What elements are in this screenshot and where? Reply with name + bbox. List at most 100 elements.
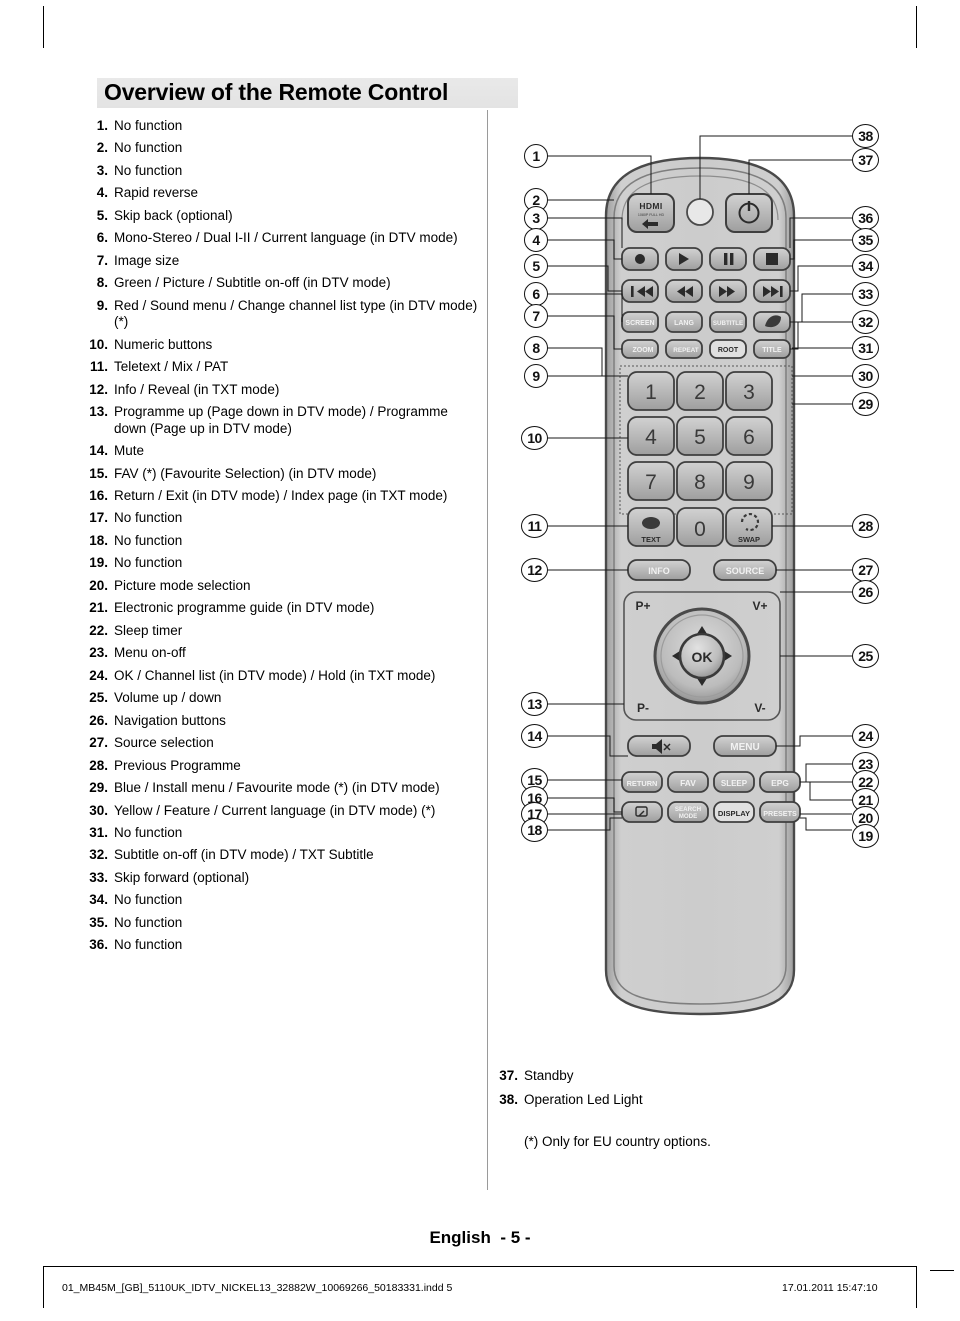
list-item-text: No function bbox=[114, 510, 183, 526]
svg-text:P+: P+ bbox=[635, 599, 650, 613]
list-item-number: 34. bbox=[89, 892, 108, 908]
callout-4: 4 bbox=[524, 228, 548, 252]
list-item-text: Electronic programme guide (in DTV mode) bbox=[114, 600, 375, 616]
svg-text:1080P FULL HD: 1080P FULL HD bbox=[638, 213, 665, 217]
list-item-text: Programme up (Page down in DTV mode) / P… bbox=[114, 404, 448, 436]
list-item-text: Teletext / Mix / PAT bbox=[114, 359, 229, 375]
list-item: 7. Image size bbox=[82, 253, 482, 269]
list-item-number: 30. bbox=[89, 802, 108, 818]
list-item-text: Image size bbox=[114, 252, 180, 268]
list-item: 4. Rapid reverse bbox=[82, 185, 482, 201]
list-item-text: No function bbox=[114, 118, 183, 133]
list-item-number: 25. bbox=[89, 690, 108, 706]
list-item-number: 6. bbox=[96, 230, 108, 246]
callout-6: 6 bbox=[524, 282, 548, 306]
list-item-number: 18. bbox=[89, 532, 108, 548]
footer-filename: 01_MB45M_[GB]_5110UK_IDTV_NICKEL13_32882… bbox=[62, 1282, 453, 1294]
list-item-number: 22. bbox=[89, 622, 108, 638]
list-item: 15. FAV (*) (Favourite Selection) (in DTV… bbox=[82, 466, 482, 482]
crop-mark-bottom-right bbox=[916, 1266, 917, 1308]
list-item-text: Rapid reverse bbox=[114, 185, 199, 201]
list-item: 10. Numeric buttons bbox=[82, 337, 482, 353]
list-item: 23. Menu on-off bbox=[82, 645, 482, 661]
list-item-text: Navigation buttons bbox=[114, 712, 226, 728]
list-item: 29. Blue / Install menu / Favourite mode … bbox=[82, 780, 482, 796]
callout-29: 29 bbox=[852, 392, 879, 416]
list-item-number: 14. bbox=[89, 443, 108, 459]
callout-7: 7 bbox=[524, 304, 548, 328]
svg-text:P-: P- bbox=[637, 701, 649, 715]
list-item: 13. Programme up (Page down in DTV mode) … bbox=[82, 404, 482, 437]
list-item-text: No function bbox=[114, 555, 183, 571]
list-item-text: No function bbox=[114, 162, 183, 178]
callout-35: 35 bbox=[852, 228, 879, 252]
list-item-text: Picture mode selection bbox=[114, 577, 251, 593]
list-item-text: Mute bbox=[114, 443, 145, 459]
list-item: 34. No function bbox=[82, 892, 482, 908]
svg-text:MODE: MODE bbox=[679, 813, 698, 820]
svg-text:EPG: EPG bbox=[771, 778, 789, 788]
list-item-number: 11. bbox=[89, 359, 108, 375]
svg-text:2: 2 bbox=[694, 381, 706, 404]
list-item-text: No function bbox=[114, 937, 183, 953]
callout-5: 5 bbox=[524, 254, 548, 278]
svg-text:FAV: FAV bbox=[680, 778, 696, 788]
list-item-number: 17. bbox=[89, 510, 108, 526]
list-item-text: Skip back (optional) bbox=[114, 207, 233, 223]
footer-page-number: - 5 - bbox=[500, 1228, 531, 1247]
footer-rule bbox=[43, 1266, 917, 1267]
callout-10: 10 bbox=[521, 426, 548, 450]
list-item: 25. Volume up / down bbox=[82, 690, 482, 706]
svg-text:V+: V+ bbox=[752, 599, 767, 613]
callout-24: 24 bbox=[852, 724, 879, 748]
list-item-text: Source selection bbox=[114, 735, 214, 751]
list-item: 22. Sleep timer bbox=[82, 623, 482, 639]
callout-9: 9 bbox=[524, 364, 548, 388]
svg-text:SLEEP: SLEEP bbox=[721, 779, 748, 788]
svg-text:SOURCE: SOURCE bbox=[726, 566, 765, 576]
page-title: Overview of the Remote Control bbox=[104, 79, 449, 105]
section-heading-bar: Overview of the Remote Control bbox=[97, 78, 518, 108]
svg-text:8: 8 bbox=[694, 471, 706, 494]
list-item-number: 8. bbox=[96, 275, 108, 291]
list-item: 5. Skip back (optional) bbox=[82, 208, 482, 224]
callout-12: 12 bbox=[521, 558, 548, 582]
svg-text:OK: OK bbox=[692, 649, 713, 665]
callout-38: 38 bbox=[852, 124, 879, 148]
list-item-text: Mono-Stereo / Dual I-II / Current langua… bbox=[114, 230, 458, 246]
svg-text:TITLE: TITLE bbox=[762, 347, 782, 354]
list-item-text: Menu on-off bbox=[114, 645, 186, 661]
list-item: 36. No function bbox=[82, 937, 482, 953]
list-item-number: 33. bbox=[89, 869, 108, 885]
list-item: 21. Electronic programme guide (in DTV mo… bbox=[82, 600, 482, 616]
list-item-text: Yellow / Feature / Current language (in … bbox=[114, 802, 436, 818]
list-item: 28. Previous Programme bbox=[82, 758, 482, 774]
svg-text:SCREEN: SCREEN bbox=[625, 320, 654, 327]
svg-text:SEARCH: SEARCH bbox=[675, 806, 702, 813]
list-item: 32. Subtitle on-off (in DTV mode) / TXT S… bbox=[82, 847, 482, 863]
callout-36: 36 bbox=[852, 206, 879, 230]
callout-14: 14 bbox=[521, 724, 548, 748]
list-item-number: 36. bbox=[89, 937, 108, 953]
list-item-number: 24. bbox=[89, 667, 108, 683]
list-item-text: Blue / Install menu / Favourite mode (*)… bbox=[114, 780, 440, 796]
callout-30: 30 bbox=[852, 364, 879, 388]
list-item-text: Sleep timer bbox=[114, 622, 183, 638]
svg-text:LANG: LANG bbox=[674, 320, 694, 327]
list-item-number: 23. bbox=[89, 645, 108, 661]
svg-text:RETURN: RETURN bbox=[627, 779, 658, 788]
list-item: 16. Return / Exit (in DTV mode) / Index p… bbox=[82, 488, 482, 504]
callout-28: 28 bbox=[852, 514, 879, 538]
list-item: 3. No function bbox=[82, 163, 482, 179]
list-item: 19. No function bbox=[82, 555, 482, 571]
callout-34: 34 bbox=[852, 254, 879, 278]
list-item-number: 28. bbox=[89, 757, 108, 773]
svg-text:1: 1 bbox=[645, 381, 657, 404]
svg-text:REPEAT: REPEAT bbox=[673, 347, 699, 354]
svg-text:HDMI: HDMI bbox=[639, 201, 662, 211]
callout-1: 1 bbox=[524, 144, 548, 168]
list-item: 12. Info / Reveal (in TXT mode) bbox=[82, 382, 482, 398]
svg-text:ROOT: ROOT bbox=[718, 347, 739, 354]
svg-text:SWAP: SWAP bbox=[738, 535, 760, 544]
callout-18: 18 bbox=[521, 818, 548, 842]
